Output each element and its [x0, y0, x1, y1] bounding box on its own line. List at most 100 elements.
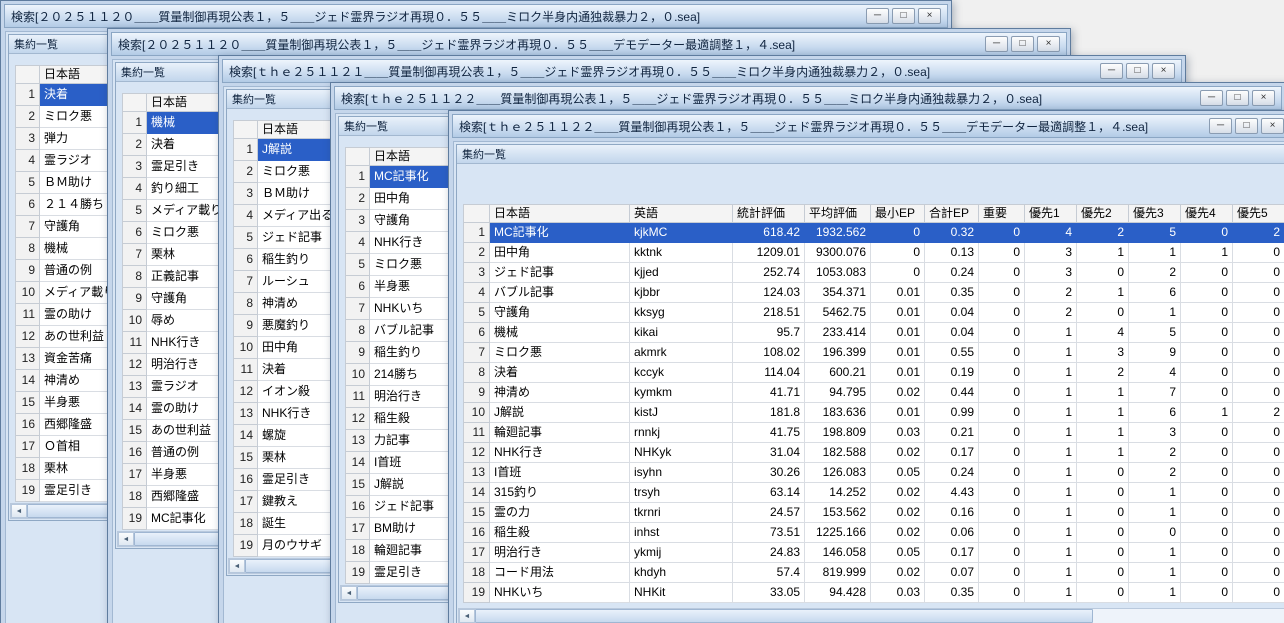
- cell[interactable]: 0.16: [925, 503, 979, 523]
- cell[interactable]: 1: [1181, 403, 1233, 423]
- scroll-left-button[interactable]: ◄: [118, 532, 134, 546]
- column-header[interactable]: 最小EP: [871, 205, 925, 223]
- cell[interactable]: 0: [979, 243, 1025, 263]
- cell[interactable]: 1: [1129, 243, 1181, 263]
- cell[interactable]: 0: [979, 223, 1025, 243]
- cell[interactable]: I首班: [490, 463, 630, 483]
- cell[interactable]: kksyg: [630, 303, 733, 323]
- cell[interactable]: tkrnri: [630, 503, 733, 523]
- row-number[interactable]: 5: [123, 200, 147, 222]
- cell[interactable]: kktnk: [630, 243, 733, 263]
- scroll-thumb[interactable]: [475, 609, 1093, 623]
- row-number[interactable]: 11: [234, 359, 258, 381]
- cell[interactable]: 3: [1129, 423, 1181, 443]
- cell[interactable]: 0: [1233, 383, 1284, 403]
- cell[interactable]: 神清め: [490, 383, 630, 403]
- cell[interactable]: 0.07: [925, 563, 979, 583]
- row-number[interactable]: 10: [464, 403, 490, 423]
- cell[interactable]: 819.999: [805, 563, 871, 583]
- column-header[interactable]: 日本語: [258, 121, 342, 139]
- cell[interactable]: 3: [1077, 343, 1129, 363]
- column-header[interactable]: 優先3: [1129, 205, 1181, 223]
- cell[interactable]: 41.71: [733, 383, 805, 403]
- row-number[interactable]: 15: [123, 420, 147, 442]
- row-number[interactable]: 7: [346, 298, 370, 320]
- row-number[interactable]: 5: [346, 254, 370, 276]
- cell[interactable]: 0: [871, 223, 925, 243]
- row-number[interactable]: 2: [234, 161, 258, 183]
- maximize-button[interactable]: □: [892, 8, 915, 24]
- window-titlebar[interactable]: 検索[２０２５１１２０＿＿質量制御再現公表１，５＿＿ジェド霊界ラジオ再現０．５５…: [111, 32, 1067, 56]
- cell[interactable]: 63.14: [733, 483, 805, 503]
- cell[interactable]: kccyk: [630, 363, 733, 383]
- cell[interactable]: ＢＭ助け: [258, 183, 342, 205]
- cell[interactable]: 108.02: [733, 343, 805, 363]
- cell[interactable]: コード用法: [490, 563, 630, 583]
- cell[interactable]: 1: [1077, 283, 1129, 303]
- cell[interactable]: NHKいち: [370, 298, 454, 320]
- window-titlebar[interactable]: 検索[ｔｈｅ２５１１２２＿＿質量制御再現公表１，５＿＿ジェド霊界ラジオ再現０．５…: [334, 86, 1282, 110]
- cell[interactable]: 0: [979, 563, 1025, 583]
- cell[interactable]: 315釣り: [490, 483, 630, 503]
- cell[interactable]: 94.428: [805, 583, 871, 603]
- row-number[interactable]: 9: [234, 315, 258, 337]
- cell[interactable]: 0: [979, 263, 1025, 283]
- cell[interactable]: 3: [1025, 263, 1077, 283]
- cell[interactable]: 0.01: [871, 363, 925, 383]
- cell[interactable]: ミロク悪: [490, 343, 630, 363]
- cell[interactable]: 4: [1077, 323, 1129, 343]
- row-number[interactable]: 14: [16, 370, 40, 392]
- cell[interactable]: 0: [979, 343, 1025, 363]
- cell[interactable]: 33.05: [733, 583, 805, 603]
- cell[interactable]: 0: [979, 423, 1025, 443]
- cell[interactable]: 0.02: [871, 523, 925, 543]
- cell[interactable]: 0.32: [925, 223, 979, 243]
- cell[interactable]: 1: [1077, 443, 1129, 463]
- cell[interactable]: 0: [1077, 503, 1129, 523]
- cell[interactable]: kjjed: [630, 263, 733, 283]
- cell[interactable]: 0: [1181, 563, 1233, 583]
- row-number[interactable]: 14: [464, 483, 490, 503]
- cell[interactable]: 0.21: [925, 423, 979, 443]
- cell[interactable]: 57.4: [733, 563, 805, 583]
- column-header[interactable]: 日本語: [490, 205, 630, 223]
- cell[interactable]: 5: [1129, 323, 1181, 343]
- maximize-button[interactable]: □: [1235, 118, 1258, 134]
- cell[interactable]: 0: [1181, 523, 1233, 543]
- cell[interactable]: 0.01: [871, 403, 925, 423]
- cell[interactable]: 1: [1181, 243, 1233, 263]
- minimize-button[interactable]: ─: [1200, 90, 1223, 106]
- row-number[interactable]: 19: [346, 562, 370, 584]
- cell[interactable]: 決着: [258, 359, 342, 381]
- cell[interactable]: 田中角: [370, 188, 454, 210]
- cell[interactable]: イオン殺: [258, 381, 342, 403]
- row-number[interactable]: 6: [234, 249, 258, 271]
- row-number[interactable]: 8: [234, 293, 258, 315]
- cell[interactable]: 181.8: [733, 403, 805, 423]
- cell[interactable]: 守護角: [370, 210, 454, 232]
- cell[interactable]: 0: [1233, 243, 1284, 263]
- cell[interactable]: kistJ: [630, 403, 733, 423]
- close-button[interactable]: ×: [918, 8, 941, 24]
- column-header[interactable]: 合計EP: [925, 205, 979, 223]
- cell[interactable]: 0: [1233, 563, 1284, 583]
- cell[interactable]: 114.04: [733, 363, 805, 383]
- cell[interactable]: 鍵教え: [258, 491, 342, 513]
- row-number[interactable]: 11: [123, 332, 147, 354]
- row-number[interactable]: 15: [234, 447, 258, 469]
- cell[interactable]: 0: [979, 483, 1025, 503]
- cell[interactable]: 1: [1025, 443, 1077, 463]
- cell[interactable]: 124.03: [733, 283, 805, 303]
- cell[interactable]: 1209.01: [733, 243, 805, 263]
- cell[interactable]: 輪廻記事: [490, 423, 630, 443]
- cell[interactable]: 1225.166: [805, 523, 871, 543]
- row-number[interactable]: 10: [16, 282, 40, 304]
- cell[interactable]: 0: [1181, 343, 1233, 363]
- cell[interactable]: 1: [1077, 423, 1129, 443]
- cell[interactable]: J解説: [370, 474, 454, 496]
- cell[interactable]: ジェド記事: [490, 263, 630, 283]
- cell[interactable]: 1: [1025, 383, 1077, 403]
- cell[interactable]: 31.04: [733, 443, 805, 463]
- cell[interactable]: 0: [979, 383, 1025, 403]
- row-number[interactable]: 18: [464, 563, 490, 583]
